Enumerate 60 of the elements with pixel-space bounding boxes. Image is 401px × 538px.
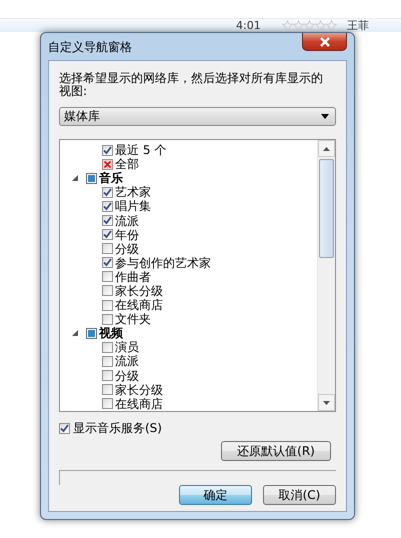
group-checkbox[interactable] <box>86 328 97 339</box>
tree-item-label[interactable]: 文件夹 <box>115 312 151 326</box>
tree-item-label[interactable]: 年份 <box>115 228 139 242</box>
group-checkbox[interactable] <box>86 172 97 184</box>
checkbox[interactable] <box>102 257 113 268</box>
checkbox[interactable] <box>102 356 113 367</box>
tree-item-label[interactable]: 艺术家 <box>115 185 151 200</box>
checkbox[interactable] <box>102 158 113 170</box>
tree-group-label[interactable]: 音乐 <box>99 171 123 186</box>
close-button[interactable] <box>302 33 347 51</box>
checkbox[interactable] <box>102 243 113 254</box>
star-rating[interactable] <box>282 20 337 31</box>
checkbox[interactable] <box>102 215 113 226</box>
tree-item-label[interactable]: 参与创作的艺术家 <box>115 256 211 270</box>
tree-item-label[interactable]: 家长分级 <box>115 382 163 397</box>
checkbox[interactable] <box>102 314 113 325</box>
checkbox[interactable] <box>102 342 113 353</box>
checkbox[interactable] <box>102 271 113 282</box>
tree-item-label[interactable]: 分级 <box>115 242 139 256</box>
cancel-button[interactable]: 取消(C) <box>263 485 336 505</box>
checkbox[interactable] <box>102 144 113 156</box>
arrow-up-icon <box>323 146 330 150</box>
scroll-thumb[interactable] <box>319 159 334 258</box>
expander-icon[interactable] <box>72 175 78 182</box>
tree-item-label[interactable]: 流派 <box>115 354 139 368</box>
expander-icon[interactable] <box>72 330 78 336</box>
tree-item-label[interactable]: 唱片集 <box>115 199 151 214</box>
library-dropdown[interactable]: 媒体库 <box>59 107 336 126</box>
checkbox[interactable] <box>59 422 70 434</box>
checkbox[interactable] <box>102 300 113 311</box>
checkbox[interactable] <box>102 200 113 212</box>
tree-item-label[interactable]: 全部 <box>115 157 139 172</box>
tree-item-label[interactable]: 最近 5 个 <box>115 143 166 158</box>
instruction-text: 选择希望显示的网络库，然后选择对所有库显示的视图: <box>59 72 324 98</box>
checkbox[interactable] <box>102 384 113 396</box>
tree-item-label[interactable]: 演员 <box>115 340 139 354</box>
scroll-up-button[interactable] <box>318 140 335 157</box>
duration-text: 4:01 <box>236 19 262 32</box>
ok-button[interactable]: 确定 <box>179 485 252 505</box>
tree-item-label[interactable]: 在线商店 <box>115 298 163 312</box>
tree-item-label[interactable]: 作曲者 <box>115 270 151 284</box>
scroll-down-button[interactable] <box>318 394 335 411</box>
tree-item-label[interactable]: 家长分级 <box>115 284 163 298</box>
checkbox[interactable] <box>102 370 113 382</box>
checkbox[interactable] <box>102 285 113 296</box>
tree-item-label[interactable]: 分级 <box>115 368 139 383</box>
checkbox[interactable] <box>102 229 113 240</box>
tree-item-label[interactable]: 在线商店 <box>115 396 163 411</box>
restore-defaults-button[interactable]: 还原默认值(R) <box>221 441 331 461</box>
close-icon <box>318 36 330 46</box>
tree-item-label[interactable]: 流派 <box>115 214 139 228</box>
arrow-down-icon <box>323 400 330 404</box>
tree-group-label[interactable]: 视频 <box>99 326 123 340</box>
caret-icon <box>321 114 329 119</box>
checkbox[interactable] <box>102 398 113 410</box>
checkbox[interactable] <box>102 186 113 198</box>
checkbox-label[interactable]: 显示音乐服务(S) <box>73 420 162 436</box>
artist-text: 王菲 <box>347 18 369 33</box>
window-title: 自定义导航窗格 <box>48 39 132 56</box>
scrollbar[interactable] <box>317 140 335 411</box>
